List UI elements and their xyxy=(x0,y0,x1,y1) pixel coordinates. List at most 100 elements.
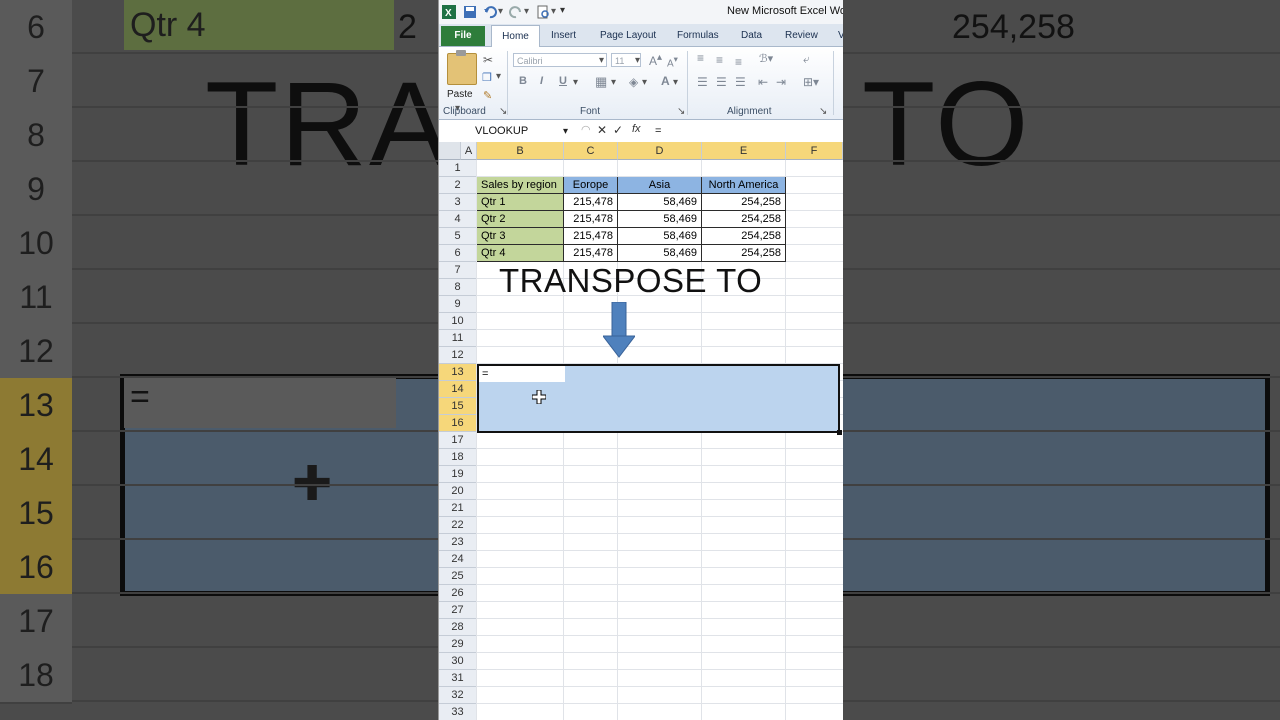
insert-function-icon[interactable]: fx xyxy=(632,123,641,135)
orientation-icon[interactable]: ℬ▾ xyxy=(759,52,773,65)
column-header-a[interactable]: A xyxy=(461,142,477,160)
formula-bar-resize-icon[interactable]: ◠ xyxy=(581,123,591,136)
value-cell[interactable]: 215,478 xyxy=(564,194,618,211)
column-header-b[interactable]: B xyxy=(477,142,564,160)
tab-data[interactable]: Data xyxy=(741,27,762,45)
cut-icon[interactable]: ✂ xyxy=(483,53,493,67)
value-cell[interactable]: 58,469 xyxy=(618,194,702,211)
name-box-dropdown-icon[interactable]: ▾ xyxy=(563,126,568,137)
row-header[interactable]: 9 xyxy=(439,296,477,313)
row-header[interactable]: 19 xyxy=(439,466,477,483)
row-header[interactable]: 25 xyxy=(439,568,477,585)
undo-dropdown-icon[interactable]: ▾ xyxy=(498,6,503,17)
row-header[interactable]: 14 xyxy=(439,381,477,398)
value-cell[interactable]: 58,469 xyxy=(618,245,702,262)
print-preview-icon[interactable] xyxy=(536,5,550,19)
row-header[interactable]: 11 xyxy=(439,330,477,347)
font-color-dropdown-icon[interactable]: ▾ xyxy=(673,77,678,88)
row-header[interactable]: 26 xyxy=(439,585,477,602)
align-center-icon[interactable]: ☰ xyxy=(716,75,727,89)
print-dropdown-icon[interactable]: ▾ xyxy=(551,6,556,17)
tab-formulas[interactable]: Formulas xyxy=(677,27,719,45)
row-header[interactable]: 8 xyxy=(439,279,477,296)
name-box[interactable]: VLOOKUP xyxy=(441,122,573,140)
align-left-icon[interactable]: ☰ xyxy=(697,75,708,89)
row-header[interactable]: 2 xyxy=(439,177,477,194)
fill-handle[interactable] xyxy=(837,430,842,435)
confirm-entry-icon[interactable]: ✓ xyxy=(613,123,623,137)
header-cell-region[interactable]: Sales by region xyxy=(477,177,564,194)
italic-button[interactable]: I xyxy=(540,75,543,87)
merge-center-icon[interactable]: ⊞▾ xyxy=(803,75,819,89)
bold-button[interactable]: B xyxy=(519,75,527,87)
region-label-cell[interactable]: Qtr 1 xyxy=(477,194,564,211)
row-header[interactable]: 5 xyxy=(439,228,477,245)
row-header[interactable]: 31 xyxy=(439,670,477,687)
row-header[interactable]: 24 xyxy=(439,551,477,568)
paste-icon[interactable] xyxy=(447,50,477,85)
row-header[interactable]: 28 xyxy=(439,619,477,636)
value-cell[interactable]: 254,258 xyxy=(702,194,786,211)
save-icon[interactable] xyxy=(463,5,477,19)
cancel-entry-icon[interactable]: ✕ xyxy=(597,123,607,137)
alignment-launcher-icon[interactable]: ↘ xyxy=(819,106,827,117)
row-header[interactable]: 17 xyxy=(439,432,477,449)
value-cell[interactable]: 58,469 xyxy=(618,211,702,228)
row-header[interactable]: 3 xyxy=(439,194,477,211)
formula-input[interactable]: = xyxy=(655,122,661,140)
borders-dropdown-icon[interactable]: ▾ xyxy=(611,77,616,88)
value-cell[interactable]: 215,478 xyxy=(564,245,618,262)
row-header[interactable]: 6 xyxy=(439,245,477,262)
value-cell[interactable]: 254,258 xyxy=(702,245,786,262)
column-header-c[interactable]: C xyxy=(564,142,618,160)
row-header[interactable]: 16 xyxy=(439,415,477,432)
region-label-cell[interactable]: Qtr 4 xyxy=(477,245,564,262)
column-header-f[interactable]: F xyxy=(786,142,843,160)
row-header[interactable]: 30 xyxy=(439,653,477,670)
row-header[interactable]: 23 xyxy=(439,534,477,551)
tab-home[interactable]: Home xyxy=(491,25,540,47)
row-header[interactable]: 10 xyxy=(439,313,477,330)
row-header[interactable]: 33 xyxy=(439,704,477,720)
redo-dropdown-icon[interactable]: ▾ xyxy=(524,6,529,17)
tab-page-layout[interactable]: Page Layout xyxy=(600,27,656,45)
tab-review[interactable]: Review xyxy=(785,27,818,45)
column-header-d[interactable]: D xyxy=(618,142,702,160)
row-header[interactable]: 21 xyxy=(439,500,477,517)
value-cell[interactable]: 254,258 xyxy=(702,211,786,228)
row-header[interactable]: 15 xyxy=(439,398,477,415)
align-middle-icon[interactable]: ≡ xyxy=(716,53,723,67)
select-all-corner[interactable] xyxy=(439,142,461,160)
fill-color-icon[interactable]: ◈ xyxy=(629,75,638,89)
borders-icon[interactable]: ▦ xyxy=(595,74,607,90)
format-painter-icon[interactable]: ✎ xyxy=(483,89,492,102)
decrease-indent-icon[interactable]: ⇤ xyxy=(758,75,768,89)
active-cell[interactable]: = xyxy=(479,366,565,382)
copy-icon[interactable]: ❐ xyxy=(482,71,492,84)
header-cell-north-america[interactable]: North America xyxy=(702,177,786,194)
font-color-icon[interactable]: A xyxy=(661,74,670,88)
region-label-cell[interactable]: Qtr 2 xyxy=(477,211,564,228)
undo-icon[interactable] xyxy=(483,5,497,19)
row-header[interactable]: 1 xyxy=(439,160,477,177)
grow-font-icon[interactable]: A▴ xyxy=(649,52,662,68)
row-header[interactable]: 20 xyxy=(439,483,477,500)
region-label-cell[interactable]: Qtr 3 xyxy=(477,228,564,245)
column-header-e[interactable]: E xyxy=(702,142,786,160)
font-launcher-icon[interactable]: ↘ xyxy=(677,106,685,117)
row-header[interactable]: 32 xyxy=(439,687,477,704)
row-header[interactable]: 18 xyxy=(439,449,477,466)
tab-file[interactable]: File xyxy=(441,26,485,46)
tab-insert[interactable]: Insert xyxy=(551,27,576,45)
align-bottom-icon[interactable]: ≡ xyxy=(735,55,742,69)
wrap-text-icon[interactable]: ⤶ xyxy=(803,52,810,67)
underline-button[interactable]: U xyxy=(559,75,567,87)
fill-color-dropdown-icon[interactable]: ▾ xyxy=(642,77,647,88)
font-name-dropdown-icon[interactable]: ▾ xyxy=(599,55,604,66)
row-header[interactable]: 7 xyxy=(439,262,477,279)
row-header[interactable]: 27 xyxy=(439,602,477,619)
align-right-icon[interactable]: ☰ xyxy=(735,75,746,89)
align-top-icon[interactable]: ≡ xyxy=(697,51,704,65)
tab-view[interactable]: V xyxy=(838,27,843,45)
customize-qat-icon[interactable]: ▾ xyxy=(560,5,565,16)
